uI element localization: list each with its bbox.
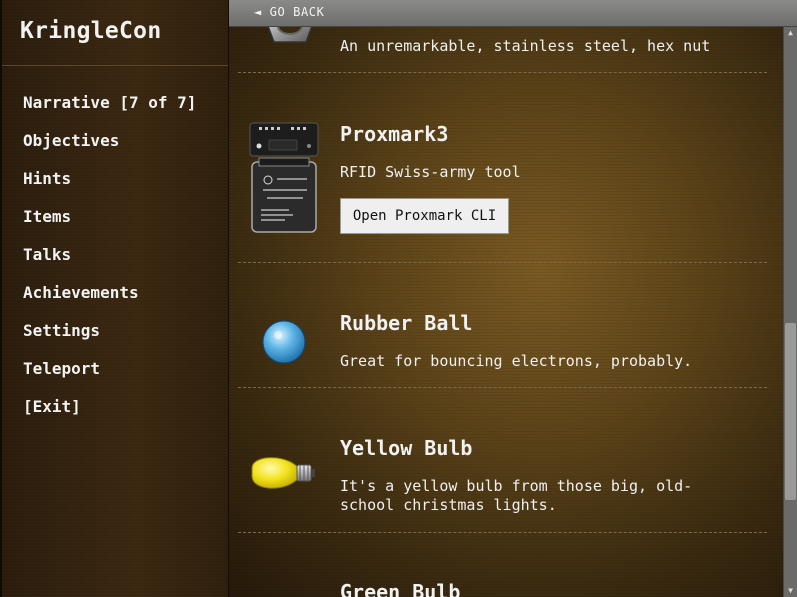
item-description: It's a yellow bulb from those big, old-s… (340, 477, 693, 514)
list-item-yellow-bulb: Yellow Bulb It's a yellow bulb from thos… (238, 387, 767, 532)
sidebar: KringleCon Narrative [7 of 7] Objectives… (0, 0, 229, 597)
yellow-bulb-icon (251, 457, 315, 489)
sidebar-item-settings[interactable]: Settings (2, 321, 228, 359)
sidebar-item-items[interactable]: Items (2, 207, 228, 245)
items-list: An unremarkable, stainless steel, hex nu… (229, 0, 781, 597)
proxmark-icon (249, 122, 319, 233)
brand-title: KringleCon (2, 0, 228, 66)
list-item-green-bulb: Green Bulb (238, 532, 767, 597)
item-description: Great for bouncing electrons, probably. (340, 352, 693, 370)
sidebar-item-hints[interactable]: Hints (2, 169, 228, 207)
sidebar-item-teleport[interactable]: Teleport (2, 359, 228, 397)
item-name: Yellow Bulb (340, 436, 473, 460)
scroll-down-arrow-icon[interactable]: ▼ (784, 585, 797, 597)
go-back-button[interactable]: ◄ GO BACK (254, 5, 324, 19)
scroll-up-arrow-icon[interactable]: ▲ (784, 27, 797, 39)
sidebar-item-objectives[interactable]: Objectives (2, 131, 228, 169)
list-item-proxmark3: Proxmark3 RFID Swiss-army tool Open Prox… (238, 72, 767, 262)
item-description: An unremarkable, stainless steel, hex nu… (340, 37, 711, 55)
sidebar-menu: Narrative [7 of 7] Objectives Hints Item… (2, 66, 228, 435)
sidebar-item-exit[interactable]: [Exit] (2, 397, 228, 435)
sidebar-item-achievements[interactable]: Achievements (2, 283, 228, 321)
scrollbar[interactable]: ▲ ▼ (783, 27, 797, 597)
items-panel: An unremarkable, stainless steel, hex nu… (229, 0, 797, 597)
sidebar-item-narrative[interactable]: Narrative [7 of 7] (2, 93, 228, 131)
item-name: Rubber Ball (340, 311, 473, 335)
list-item-rubber-ball: Rubber Ball Great for bouncing electrons… (238, 262, 767, 387)
rubber-ball-icon (262, 320, 306, 364)
item-name: Green Bulb (340, 580, 461, 597)
item-name: Proxmark3 (340, 122, 449, 146)
open-proxmark-cli-button[interactable]: Open Proxmark CLI (340, 198, 509, 234)
top-bar: ◄ GO BACK (229, 0, 797, 27)
item-description: RFID Swiss-army tool (340, 163, 521, 181)
scrollbar-thumb[interactable] (785, 323, 796, 500)
sidebar-item-talks[interactable]: Talks (2, 245, 228, 283)
